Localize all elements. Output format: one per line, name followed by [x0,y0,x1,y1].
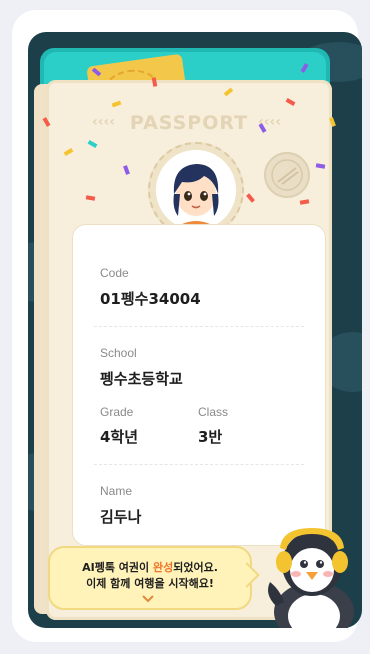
message-text: AI펭톡 여권이 [82,561,153,574]
school-label: School [100,346,137,360]
message-line-1: AI펭톡 여권이 완성되었어요. [48,559,252,575]
code-label: Code [100,266,129,280]
message-highlight: 완성 [152,561,174,574]
class-value: 3반 [198,428,223,446]
divider [94,464,304,465]
message-text: 되었어요. [173,561,218,574]
avatar [156,150,236,230]
divider [94,326,304,327]
penguin-mascot [268,528,354,628]
name-label: Name [100,484,133,498]
chevron-down-icon[interactable] [142,594,154,604]
class-label: Class [198,405,229,419]
name-value: 김두나 [100,508,142,526]
message-line-2: 이제 함께 여행을 시작해요! [86,577,214,590]
passport-title: PASSPORT [129,112,249,134]
grade-value: 4학년 [100,428,139,446]
passport-stamp-icon [264,152,310,198]
grade-label: Grade [100,405,134,419]
school-value: 펭수초등학교 [100,370,183,388]
code-value: 01펭수34004 [100,290,201,308]
